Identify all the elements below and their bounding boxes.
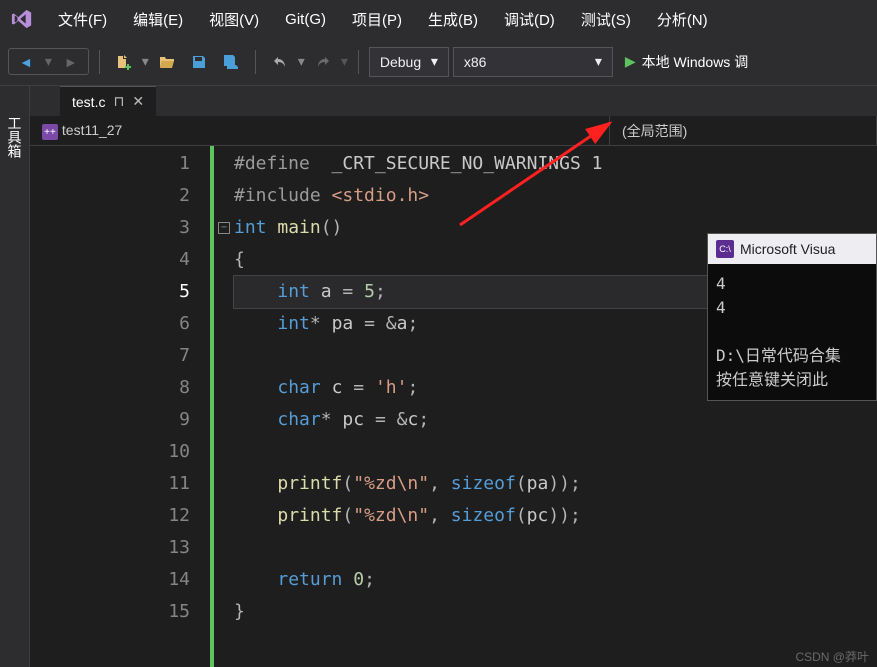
open-icon[interactable] xyxy=(153,48,181,76)
undo-icon[interactable] xyxy=(266,48,294,76)
code-line[interactable]: #define _CRT_SECURE_NO_WARNINGS 1 xyxy=(234,148,877,180)
menu-item[interactable]: 文件(F) xyxy=(46,3,119,36)
line-gutter: 123456789101112131415 xyxy=(30,146,210,667)
file-tab-label: test.c xyxy=(72,94,105,110)
project-icon: ++ xyxy=(42,124,58,140)
run-button[interactable]: ▶ 本地 Windows 调 xyxy=(617,52,756,72)
fold-toggle-icon[interactable]: − xyxy=(218,222,230,234)
console-title-text: Microsoft Visua xyxy=(740,241,835,257)
console-output: 4 4 D:\日常代码合集 按任意键关闭此 xyxy=(708,264,876,400)
separator xyxy=(358,50,359,74)
separator xyxy=(99,50,100,74)
chevron-down-icon: ▾ xyxy=(590,123,597,140)
nav-back-forward[interactable]: ◄ ▾ ► xyxy=(8,48,89,75)
vs-logo-icon xyxy=(8,5,36,33)
chevron-down-icon: ▾ xyxy=(595,53,602,70)
code-line[interactable]: printf("%zd\n", sizeof(pc)); xyxy=(234,500,877,532)
menu-item[interactable]: 项目(P) xyxy=(340,3,414,36)
fold-column: − xyxy=(214,146,234,667)
back-icon[interactable]: ◄ xyxy=(13,52,39,72)
menu-bar: 文件(F)编辑(E)视图(V)Git(G)项目(P)生成(B)调试(D)测试(S… xyxy=(0,0,877,38)
code-line[interactable]: return 0; xyxy=(234,564,877,596)
watermark: CSDN @莽叶 xyxy=(795,648,869,665)
code-editor[interactable]: 123456789101112131415 − #define _CRT_SEC… xyxy=(30,146,877,667)
code-line[interactable] xyxy=(234,532,877,564)
console-titlebar[interactable]: C:\ Microsoft Visua xyxy=(708,234,876,264)
separator xyxy=(255,50,256,74)
new-item-icon[interactable] xyxy=(110,48,138,76)
code-line[interactable]: } xyxy=(234,596,877,628)
scope-project[interactable]: ++ test11_27 ▾ xyxy=(30,116,610,146)
nav-scope-row: ++ test11_27 ▾ (全局范围) xyxy=(30,116,877,146)
toolbox-tab[interactable]: 工具箱 xyxy=(1,106,29,168)
menu-item[interactable]: 调试(D) xyxy=(492,3,567,36)
console-icon: C:\ xyxy=(716,240,734,258)
menu-item[interactable]: 生成(B) xyxy=(416,3,490,36)
menu-item[interactable]: 视图(V) xyxy=(197,3,271,36)
close-icon[interactable]: ✕ xyxy=(132,93,144,110)
code-content[interactable]: #define _CRT_SECURE_NO_WARNINGS 1#includ… xyxy=(234,146,877,667)
code-line[interactable]: #include <stdio.h> xyxy=(234,180,877,212)
pin-icon[interactable]: ⊓ xyxy=(113,93,124,110)
dropdown-icon: ▾ xyxy=(341,53,348,70)
play-icon: ▶ xyxy=(625,53,636,70)
scope-global[interactable]: (全局范围) xyxy=(610,116,877,146)
config-combo[interactable]: Debug▾ xyxy=(369,47,449,77)
file-tab-test-c[interactable]: test.c ⊓ ✕ xyxy=(60,86,156,116)
menu-item[interactable]: Git(G) xyxy=(273,5,338,34)
code-line[interactable]: char* pc = &c; xyxy=(234,404,877,436)
toolbar: ◄ ▾ ► ▾ ▾ ▾ Debug▾ x86▾ ▶ 本地 Windows 调 xyxy=(0,38,877,86)
code-line[interactable] xyxy=(234,436,877,468)
left-sidebar: 工具箱 xyxy=(0,86,30,667)
menu-item[interactable]: 编辑(E) xyxy=(121,3,195,36)
file-tab-bar: test.c ⊓ ✕ xyxy=(30,86,877,116)
save-all-icon[interactable] xyxy=(217,48,245,76)
menu-item[interactable]: 测试(S) xyxy=(569,3,643,36)
platform-combo[interactable]: x86▾ xyxy=(453,47,613,77)
save-icon[interactable] xyxy=(185,48,213,76)
dropdown-icon[interactable]: ▾ xyxy=(142,53,149,70)
back-dropdown-icon[interactable]: ▾ xyxy=(39,51,58,72)
redo-icon[interactable] xyxy=(309,48,337,76)
code-line[interactable]: printf("%zd\n", sizeof(pa)); xyxy=(234,468,877,500)
menu-item[interactable]: 分析(N) xyxy=(645,3,720,36)
dropdown-icon[interactable]: ▾ xyxy=(298,53,305,70)
console-window: C:\ Microsoft Visua 4 4 D:\日常代码合集 按任意键关闭… xyxy=(707,233,877,401)
chevron-down-icon: ▾ xyxy=(431,53,438,70)
forward-icon: ► xyxy=(58,52,84,72)
